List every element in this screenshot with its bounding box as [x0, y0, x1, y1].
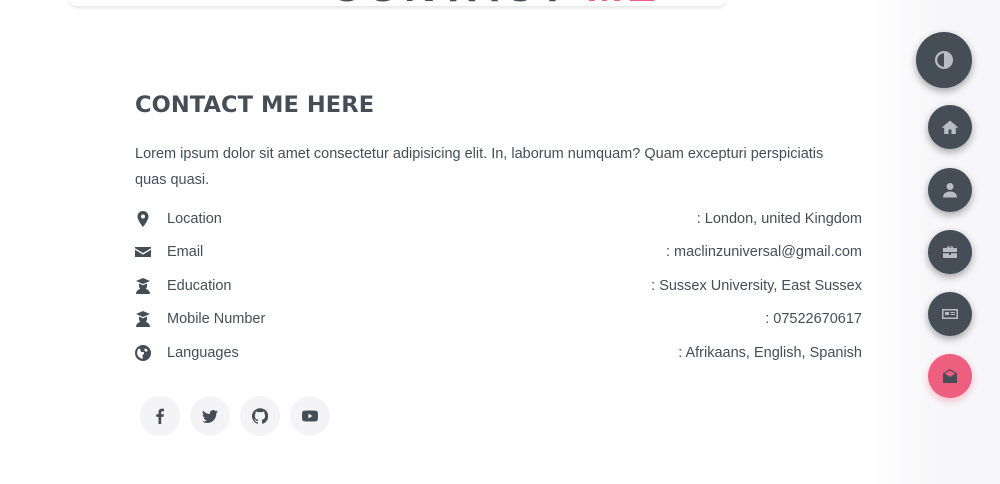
nav-about-button[interactable]: [928, 168, 972, 212]
nav-portfolio-button[interactable]: [928, 230, 972, 274]
info-row-mobile: Mobile Number : 07522670617: [135, 308, 862, 330]
graduate-icon: [135, 278, 151, 294]
info-row-education: Education : Sussex University, East Suss…: [135, 275, 862, 297]
contact-description: Lorem ipsum dolor sit amet consectetur a…: [135, 146, 824, 188]
facebook-icon: [156, 408, 164, 424]
contact-title: CONTACT ME HERE: [135, 92, 375, 118]
user-icon: [943, 183, 957, 198]
social-links: [140, 396, 330, 436]
map-marker-icon: [135, 211, 151, 227]
twitter-icon: [202, 410, 218, 423]
info-value: : 07522670617: [765, 311, 862, 327]
graduate-icon: [135, 311, 151, 327]
info-label: Education: [167, 278, 232, 294]
info-value: : London, united Kingdom: [696, 211, 862, 227]
contrast-icon: [935, 51, 953, 69]
nav-home-button[interactable]: [928, 105, 972, 149]
twitter-button[interactable]: [190, 396, 230, 436]
youtube-button[interactable]: [290, 396, 330, 436]
github-icon: [252, 408, 268, 424]
info-label: Email: [167, 244, 204, 260]
section-heading-partial: CONTACT ME: [330, 0, 670, 10]
info-label: Mobile Number: [167, 311, 266, 327]
info-row-email: Email : maclinzuniversal@gmail.com: [135, 241, 862, 263]
github-button[interactable]: [240, 396, 280, 436]
info-row-location: Location : London, united Kingdom: [135, 208, 862, 230]
info-value: : maclinzuniversal@gmail.com: [665, 244, 862, 260]
globe-icon: [135, 345, 151, 361]
envelope-open-icon: [943, 369, 957, 383]
nav-blog-button[interactable]: [928, 292, 972, 336]
info-label: Location: [167, 211, 222, 227]
info-value: : Afrikaans, English, Spanish: [678, 345, 862, 361]
info-label: Languages: [167, 345, 239, 361]
heading-word-1: CONTACT: [330, 0, 570, 10]
newspaper-icon: [942, 309, 958, 319]
heading-word-2: ME: [586, 0, 660, 10]
nav-contact-button[interactable]: [928, 354, 972, 398]
info-row-languages: Languages : Afrikaans, English, Spanish: [135, 342, 862, 364]
facebook-button[interactable]: [140, 396, 180, 436]
envelope-icon: [135, 244, 151, 260]
info-value: : Sussex University, East Sussex: [651, 278, 862, 294]
theme-toggle-button[interactable]: [916, 32, 972, 88]
home-icon: [942, 120, 958, 134]
briefcase-icon: [943, 246, 957, 258]
youtube-icon: [302, 410, 318, 422]
